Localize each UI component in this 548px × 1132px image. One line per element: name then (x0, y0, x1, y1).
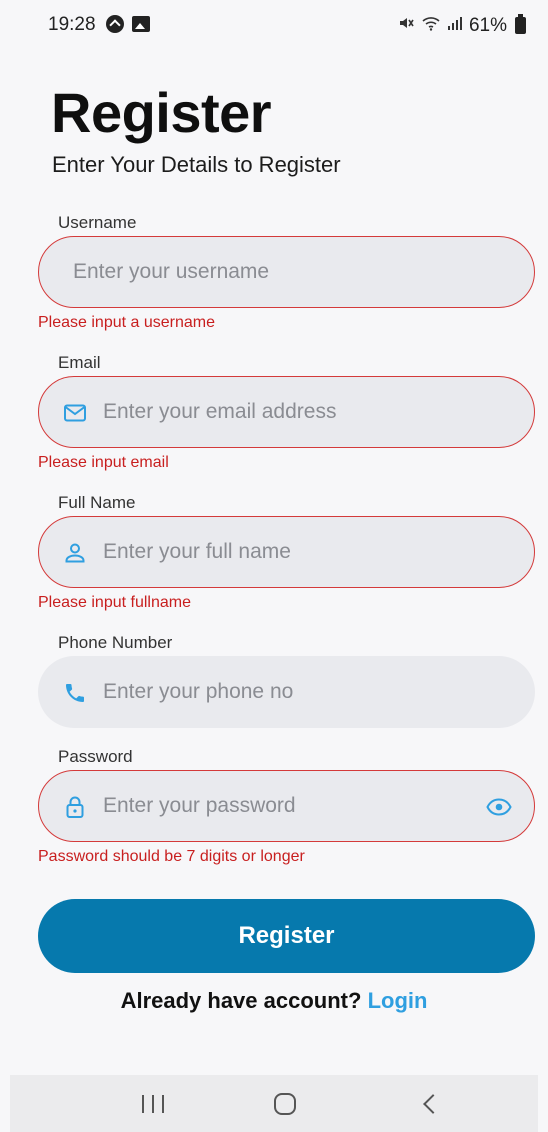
gallery-icon (132, 16, 150, 32)
login-prompt: Already have account? Login (0, 988, 548, 1014)
login-link[interactable]: Login (368, 988, 428, 1013)
battery-icon (515, 14, 526, 34)
phone-label: Phone Number (58, 633, 173, 652)
mute-icon (397, 14, 415, 37)
password-error: Password should be 7 digits or longer (38, 848, 305, 865)
person-icon (63, 541, 87, 565)
username-label: Username (58, 213, 137, 232)
navigation-icon (106, 15, 124, 33)
phone-input[interactable] (103, 657, 513, 727)
battery-percent: 61% (468, 14, 507, 36)
email-field[interactable] (38, 376, 535, 448)
email-error: Please input email (38, 454, 169, 471)
status-right-icons: 61% (397, 14, 526, 37)
status-left-icons (106, 15, 150, 33)
page-title: Register (51, 81, 272, 144)
wifi-icon (421, 15, 441, 36)
register-button[interactable]: Register (38, 899, 535, 973)
password-field[interactable] (38, 770, 535, 842)
status-bar: 19:28 61% (0, 0, 548, 52)
email-label: Email (58, 353, 101, 372)
lock-icon (63, 795, 87, 819)
register-screen: 19:28 61% Register Enter Your Details to… (0, 0, 548, 1132)
eye-icon[interactable] (486, 795, 512, 819)
recents-icon[interactable] (142, 1095, 164, 1113)
full-name-input[interactable] (103, 517, 513, 587)
username-field[interactable] (38, 236, 535, 308)
status-time: 19:28 (48, 14, 96, 35)
home-icon[interactable] (274, 1093, 296, 1115)
email-input[interactable] (103, 377, 513, 447)
username-error: Please input a username (38, 314, 215, 331)
password-label: Password (58, 747, 133, 766)
full-name-field[interactable] (38, 516, 535, 588)
back-icon[interactable] (423, 1094, 443, 1114)
username-input[interactable] (73, 237, 513, 307)
signal-icon (447, 15, 463, 36)
navigation-bar (10, 1075, 538, 1132)
phone-field[interactable] (38, 656, 535, 728)
password-input[interactable] (103, 771, 463, 841)
login-prompt-text: Already have account? (120, 988, 362, 1013)
full-name-label: Full Name (58, 493, 136, 512)
phone-icon (63, 681, 87, 705)
mail-icon (63, 401, 87, 425)
page-subtitle: Enter Your Details to Register (52, 152, 341, 177)
full-name-error: Please input fullname (38, 594, 191, 611)
